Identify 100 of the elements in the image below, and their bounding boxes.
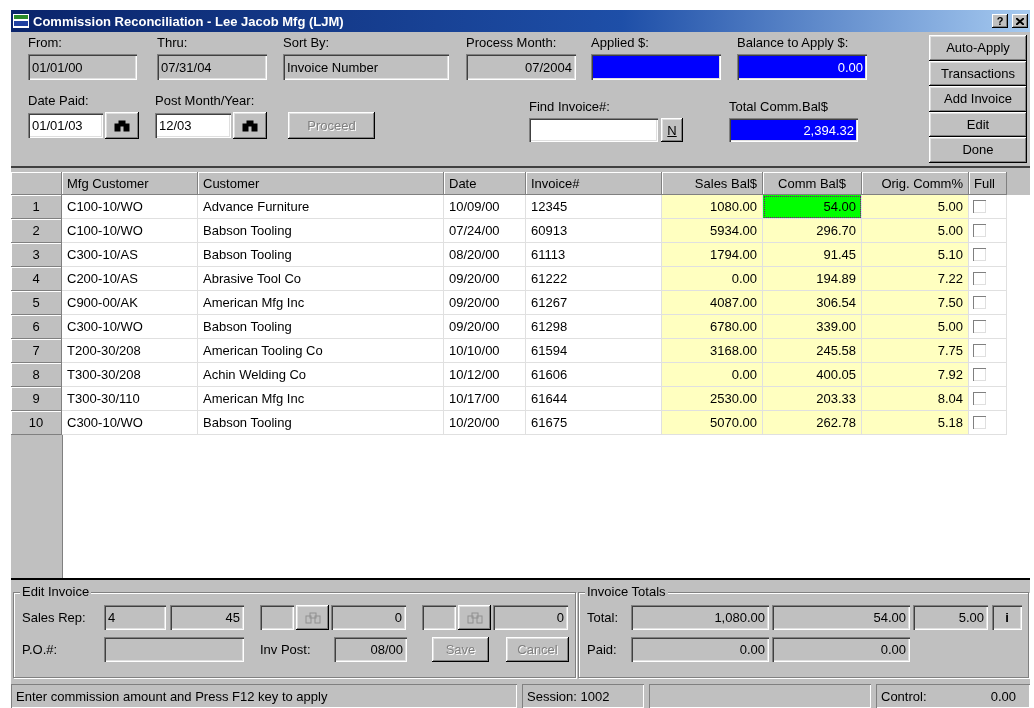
row-header[interactable]: 9 xyxy=(11,387,62,411)
column-header[interactable]: Customer xyxy=(198,172,444,195)
rep-field[interactable]: 4 xyxy=(104,605,166,630)
table-cell: 296.70 xyxy=(763,219,862,243)
row-header[interactable]: 7 xyxy=(11,339,62,363)
readonly-field: 07/2004 xyxy=(466,54,576,80)
binoculars-icon xyxy=(242,119,258,132)
checkbox[interactable] xyxy=(973,248,986,261)
checkbox[interactable] xyxy=(973,272,986,285)
field-label: Date Paid: xyxy=(28,93,90,108)
action-button[interactable]: Edit xyxy=(929,111,1027,137)
rep-field[interactable]: 45 xyxy=(170,605,244,630)
session-label: Session: 1002 xyxy=(522,684,644,708)
checkbox[interactable] xyxy=(973,392,986,405)
table-cell: C200-10/AS xyxy=(62,267,198,291)
amount-field[interactable]: 0.00 xyxy=(737,54,867,80)
readonly-field: 01/01/00 xyxy=(28,54,137,80)
window-title: Commission Reconciliation - Lee Jacob Mfg (LJM) xyxy=(33,13,345,29)
table-cell: American Tooling Co xyxy=(198,339,444,363)
field-label: Balance to Apply $: xyxy=(737,35,850,50)
row-header[interactable]: 8 xyxy=(11,363,62,387)
checkbox[interactable] xyxy=(973,200,986,213)
row-header[interactable]: 4 xyxy=(11,267,62,291)
control-value: 0.00 xyxy=(990,688,1016,704)
readonly-field: Invoice Number xyxy=(283,54,449,80)
table-cell: 5.00 xyxy=(862,219,969,243)
group-title: Edit Invoice xyxy=(20,584,92,599)
row-header[interactable]: 1 xyxy=(11,195,62,219)
binoculars-icon xyxy=(304,611,321,624)
table-cell: 5.00 xyxy=(862,315,969,339)
table-cell: 09/20/00 xyxy=(444,291,526,315)
table-cell: 5.10 xyxy=(862,243,969,267)
table-cell: 5.18 xyxy=(862,411,969,435)
row-header[interactable]: 3 xyxy=(11,243,62,267)
field-label: Paid: xyxy=(587,642,618,657)
checkbox[interactable] xyxy=(973,320,986,333)
action-button[interactable]: Add Invoice xyxy=(929,86,1027,112)
date-field[interactable]: 01/01/03 xyxy=(28,113,103,138)
checkbox[interactable] xyxy=(973,296,986,309)
table-cell: 3168.00 xyxy=(662,339,763,363)
row-header[interactable]: 6 xyxy=(11,315,62,339)
inv-post-field[interactable]: 08/00 xyxy=(334,637,407,662)
column-header[interactable]: Invoice# xyxy=(526,172,662,195)
row-header[interactable]: 5 xyxy=(11,291,62,315)
table-cell: 262.78 xyxy=(763,411,862,435)
table-cell: 10/10/00 xyxy=(444,339,526,363)
checkbox[interactable] xyxy=(973,344,986,357)
column-header[interactable]: Full xyxy=(969,172,1007,195)
table-cell: 10/09/00 xyxy=(444,195,526,219)
info-button[interactable]: i xyxy=(992,605,1022,630)
row-header[interactable]: 10 xyxy=(11,411,62,435)
table-cell: 7.92 xyxy=(862,363,969,387)
paid-field: 0.00 xyxy=(631,637,769,662)
table-cell: 306.54 xyxy=(763,291,862,315)
table-cell: C100-10/WO xyxy=(62,219,198,243)
close-icon xyxy=(1016,17,1024,25)
checkbox[interactable] xyxy=(973,368,986,381)
amount-field[interactable] xyxy=(591,54,721,80)
lookup-button[interactable] xyxy=(105,112,139,139)
column-header[interactable]: Mfg Customer xyxy=(62,172,198,195)
field-label: Applied $: xyxy=(591,35,650,50)
table-cell: Advance Furniture xyxy=(198,195,444,219)
field-label: Process Month: xyxy=(466,35,558,50)
table-cell: Achin Welding Co xyxy=(198,363,444,387)
binoculars-icon xyxy=(114,119,130,132)
table-cell: 0.00 xyxy=(662,267,763,291)
table-cell: 07/24/00 xyxy=(444,219,526,243)
find-invoice-field[interactable] xyxy=(529,118,658,142)
po-field[interactable] xyxy=(104,637,244,662)
row-header[interactable]: 2 xyxy=(11,219,62,243)
close-button[interactable] xyxy=(1012,14,1028,28)
help-button[interactable]: ? xyxy=(992,14,1008,28)
field-label: Find Invoice#: xyxy=(529,99,611,114)
table-cell: 10/20/00 xyxy=(444,411,526,435)
table-cell: 4087.00 xyxy=(662,291,763,315)
table-cell: 339.00 xyxy=(763,315,862,339)
table-cell: 09/20/00 xyxy=(444,315,526,339)
field-label: P.O.#: xyxy=(22,642,59,657)
table-cell: 6780.00 xyxy=(662,315,763,339)
action-button[interactable]: Auto-Apply xyxy=(929,35,1027,61)
column-header[interactable]: Orig. Comm% xyxy=(862,172,969,195)
column-header[interactable]: Date xyxy=(444,172,526,195)
action-button[interactable]: Transactions xyxy=(929,60,1027,86)
lookup-button[interactable] xyxy=(233,112,267,139)
checkbox[interactable] xyxy=(973,224,986,237)
table-cell: C300-10/WO xyxy=(62,315,198,339)
date-field[interactable]: 12/03 xyxy=(155,113,231,138)
paid-field: 0.00 xyxy=(772,637,910,662)
column-header[interactable]: Comm Bal$ xyxy=(763,172,862,195)
next-button[interactable]: N xyxy=(661,118,683,142)
checkbox[interactable] xyxy=(973,416,986,429)
field-label: Thru: xyxy=(157,35,189,50)
table-cell: 245.58 xyxy=(763,339,862,363)
action-button[interactable]: Done xyxy=(929,137,1027,163)
rep-code-field[interactable] xyxy=(260,605,294,630)
table-cell: 7.22 xyxy=(862,267,969,291)
table-cell: 5070.00 xyxy=(662,411,763,435)
column-header[interactable]: Sales Bal$ xyxy=(662,172,763,195)
table-cell: 10/12/00 xyxy=(444,363,526,387)
rep-code-field[interactable] xyxy=(422,605,456,630)
